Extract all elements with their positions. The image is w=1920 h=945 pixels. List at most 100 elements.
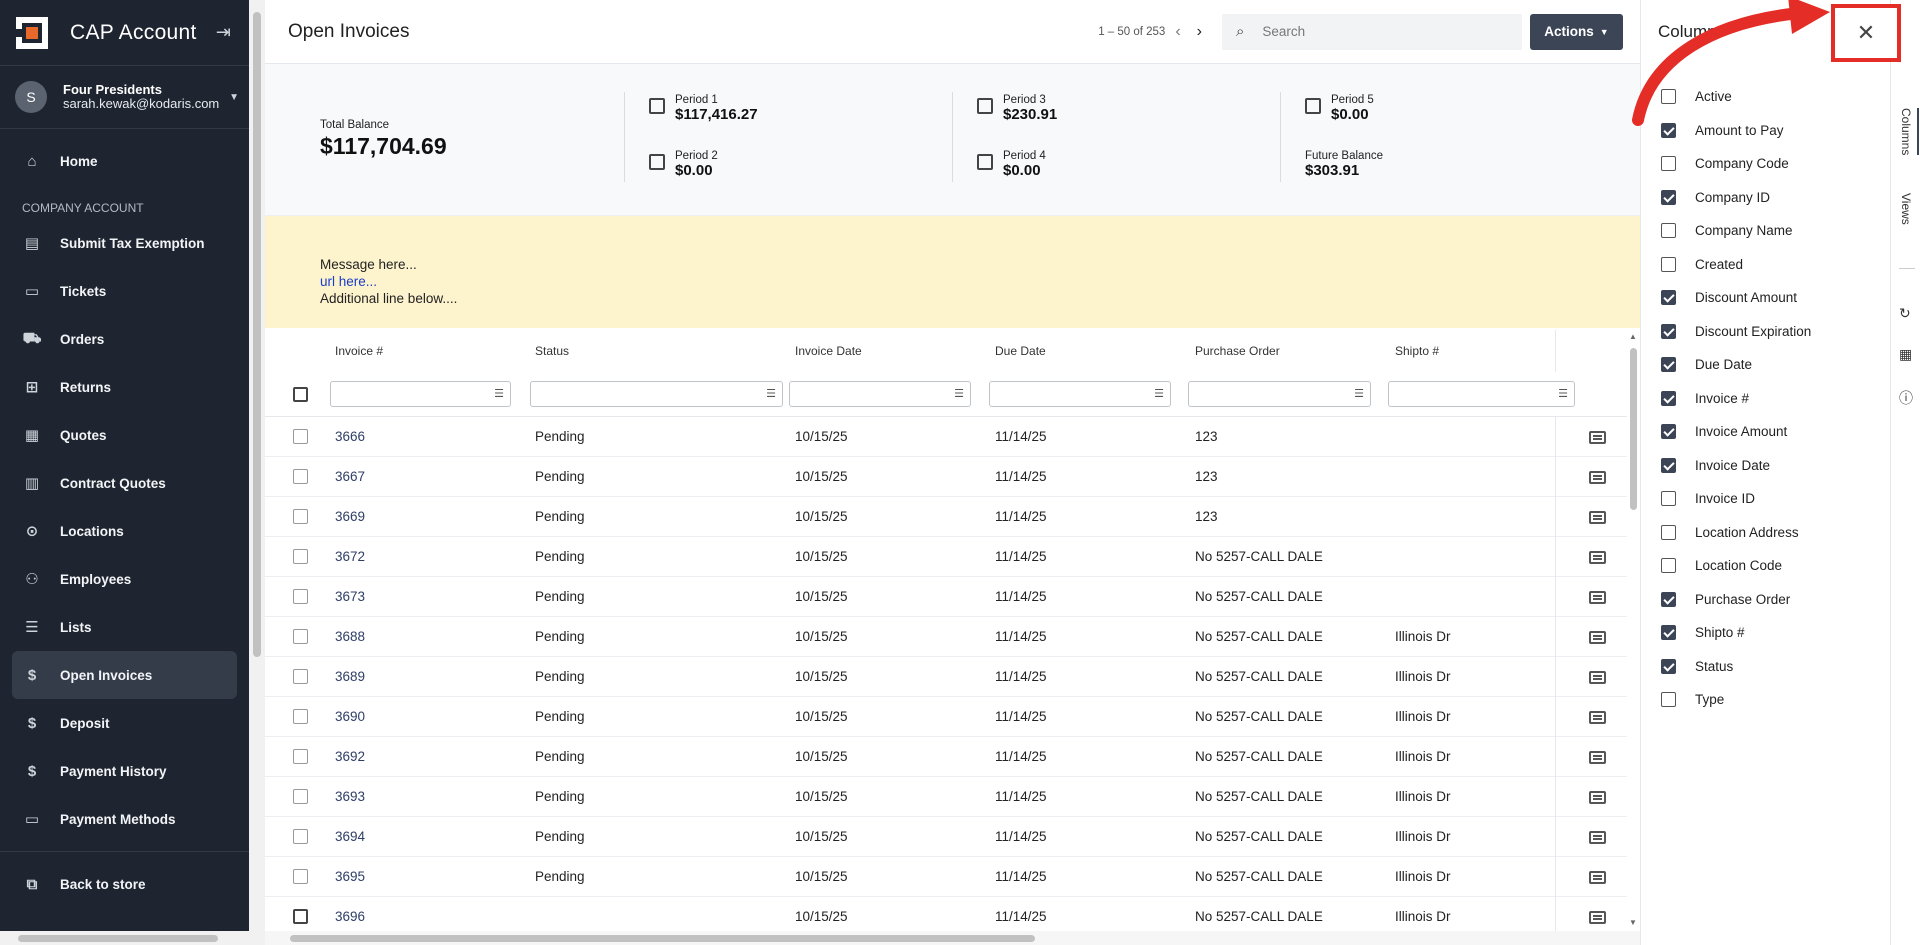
scrollbar-thumb[interactable]: [290, 935, 1035, 942]
table-row[interactable]: 3690 Pending 10/15/25 11/14/25 No 5257-CALL …: [265, 696, 1640, 736]
sidebar-item-orders[interactable]: ⛟ Orders: [12, 315, 237, 363]
sidebar-item-back-to-store[interactable]: ⧉ Back to store: [12, 860, 237, 908]
column-toggle[interactable]: Discount Amount: [1661, 281, 1811, 315]
comment-icon[interactable]: [1589, 591, 1607, 604]
row-checkbox[interactable]: [292, 828, 308, 844]
column-toggle[interactable]: Invoice Amount: [1661, 415, 1811, 449]
column-checkbox[interactable]: [1661, 223, 1676, 239]
row-checkbox[interactable]: [292, 548, 308, 564]
table-row[interactable]: 3688 Pending 10/15/25 11/14/25 No 5257-CALL …: [265, 616, 1640, 656]
column-toggle[interactable]: Purchase Order: [1661, 583, 1811, 617]
column-header-invoice[interactable]: Invoice #: [335, 330, 535, 372]
scroll-up-icon[interactable]: ▲: [1629, 332, 1637, 341]
column-toggle[interactable]: Amount to Pay: [1661, 114, 1811, 148]
comment-icon[interactable]: [1589, 471, 1607, 484]
comment-icon[interactable]: [1589, 671, 1607, 684]
column-header-status[interactable]: Status: [535, 330, 795, 372]
sidebar-scrollbar-vertical[interactable]: [249, 0, 265, 945]
cell-invoice-number[interactable]: 3690: [335, 696, 535, 736]
sidebar-item-home[interactable]: ⌂ Home: [12, 137, 237, 185]
sidebar-item-payment-methods[interactable]: ▭ Payment Methods: [12, 795, 237, 843]
column-checkbox[interactable]: [1661, 189, 1676, 205]
logout-icon[interactable]: ⇥: [216, 22, 231, 43]
sidebar-item-tickets[interactable]: ▭ Tickets: [12, 267, 237, 315]
column-checkbox[interactable]: [1661, 290, 1676, 306]
scrollbar-thumb[interactable]: [18, 935, 218, 942]
brand-logo[interactable]: [16, 16, 48, 49]
column-checkbox[interactable]: [1661, 156, 1676, 172]
filter-icon[interactable]: ☰: [1154, 387, 1164, 400]
column-toggle[interactable]: Created: [1661, 248, 1811, 282]
invoice-date-filter[interactable]: ☰: [789, 380, 971, 407]
sidebar-item-employees[interactable]: ⚇ Employees: [12, 555, 237, 603]
close-button[interactable]: ✕: [1831, 4, 1901, 62]
table-row[interactable]: 3667 Pending 10/15/25 11/14/25 123: [265, 456, 1640, 496]
row-checkbox[interactable]: [292, 708, 308, 724]
column-toggle[interactable]: Discount Expiration: [1661, 315, 1811, 349]
comment-icon[interactable]: [1589, 831, 1607, 844]
period-5-checkbox[interactable]: [1305, 98, 1321, 114]
scrollbar-thumb[interactable]: [253, 12, 261, 657]
help-icon[interactable]: ⓘ: [1899, 388, 1913, 408]
column-toggle[interactable]: Company Name: [1661, 214, 1811, 248]
row-checkbox[interactable]: [292, 908, 308, 924]
filter-icon[interactable]: ☰: [766, 387, 776, 400]
tab-views[interactable]: Views: [1899, 193, 1913, 225]
column-checkbox[interactable]: [1661, 524, 1676, 540]
table-row[interactable]: 3692 Pending 10/15/25 11/14/25 No 5257-CALL …: [265, 736, 1640, 776]
table-row[interactable]: 3694 Pending 10/15/25 11/14/25 No 5257-CALL …: [265, 816, 1640, 856]
column-header-due-date[interactable]: Due Date: [995, 330, 1195, 372]
column-toggle[interactable]: Active: [1661, 80, 1811, 114]
table-row[interactable]: 3673 Pending 10/15/25 11/14/25 No 5257-CALL …: [265, 576, 1640, 616]
comment-icon[interactable]: [1589, 631, 1607, 644]
column-checkbox[interactable]: [1661, 390, 1676, 406]
message-link[interactable]: url here...: [320, 273, 1640, 290]
sidebar-item-lists[interactable]: ☰ Lists: [12, 603, 237, 651]
column-header-purchase-order[interactable]: Purchase Order: [1195, 330, 1395, 372]
column-checkbox[interactable]: [1661, 424, 1676, 440]
column-toggle[interactable]: Location Address: [1661, 516, 1811, 550]
column-checkbox[interactable]: [1661, 323, 1676, 339]
tab-columns[interactable]: Columns: [1899, 108, 1919, 156]
column-header-shipto[interactable]: Shipto #: [1395, 330, 1556, 372]
table-row[interactable]: 3693 Pending 10/15/25 11/14/25 No 5257-CALL …: [265, 776, 1640, 816]
filter-icon[interactable]: ☰: [1354, 387, 1364, 400]
column-checkbox[interactable]: [1661, 457, 1676, 473]
sidebar-item-locations[interactable]: ⊙ Locations: [12, 507, 237, 555]
scrollbar-thumb[interactable]: [1630, 348, 1637, 510]
cell-invoice-number[interactable]: 3692: [335, 736, 535, 776]
filter-icon[interactable]: ☰: [954, 387, 964, 400]
row-checkbox[interactable]: [292, 588, 308, 604]
column-header-invoice-date[interactable]: Invoice Date: [795, 330, 995, 372]
table-row[interactable]: 3666 Pending 10/15/25 11/14/25 123: [265, 416, 1640, 456]
period-4-checkbox[interactable]: [977, 154, 993, 170]
row-checkbox[interactable]: [292, 628, 308, 644]
cell-invoice-number[interactable]: 3696: [335, 896, 535, 931]
cell-invoice-number[interactable]: 3673: [335, 576, 535, 616]
table-scrollbar-vertical[interactable]: ▲ ▼: [1627, 330, 1640, 931]
comment-icon[interactable]: [1589, 911, 1607, 924]
sidebar-item-open-invoices[interactable]: $ Open Invoices: [12, 651, 237, 699]
column-toggle[interactable]: Due Date: [1661, 348, 1811, 382]
shipto-filter[interactable]: ☰: [1388, 380, 1575, 407]
column-checkbox[interactable]: [1661, 625, 1676, 641]
comment-icon[interactable]: [1589, 711, 1607, 724]
table-row[interactable]: 3689 Pending 10/15/25 11/14/25 No 5257-CALL …: [265, 656, 1640, 696]
cell-invoice-number[interactable]: 3689: [335, 656, 535, 696]
user-switcher[interactable]: S Four Presidents sarah.kewak@kodaris.co…: [0, 65, 249, 129]
sidebar-item-contract-quotes[interactable]: ▥ Contract Quotes: [12, 459, 237, 507]
table-row[interactable]: 3672 Pending 10/15/25 11/14/25 No 5257-CALL …: [265, 536, 1640, 576]
column-checkbox[interactable]: [1661, 357, 1676, 373]
filter-icon[interactable]: ☰: [494, 387, 504, 400]
search-input[interactable]: [1262, 24, 1493, 39]
cell-invoice-number[interactable]: 3667: [335, 456, 535, 496]
column-toggle[interactable]: Company ID: [1661, 181, 1811, 215]
column-toggle[interactable]: Invoice Date: [1661, 449, 1811, 483]
sidebar-item-submit-tax-exemption[interactable]: ▤ Submit Tax Exemption: [12, 219, 237, 267]
column-toggle[interactable]: Shipto #: [1661, 616, 1811, 650]
period-3-checkbox[interactable]: [977, 98, 993, 114]
comment-icon[interactable]: [1589, 751, 1607, 764]
table-row[interactable]: 3696 10/15/25 11/14/25 No 5257-CALL DALE Ill…: [265, 896, 1640, 931]
cell-invoice-number[interactable]: 3672: [335, 536, 535, 576]
status-filter[interactable]: ☰: [530, 380, 783, 407]
